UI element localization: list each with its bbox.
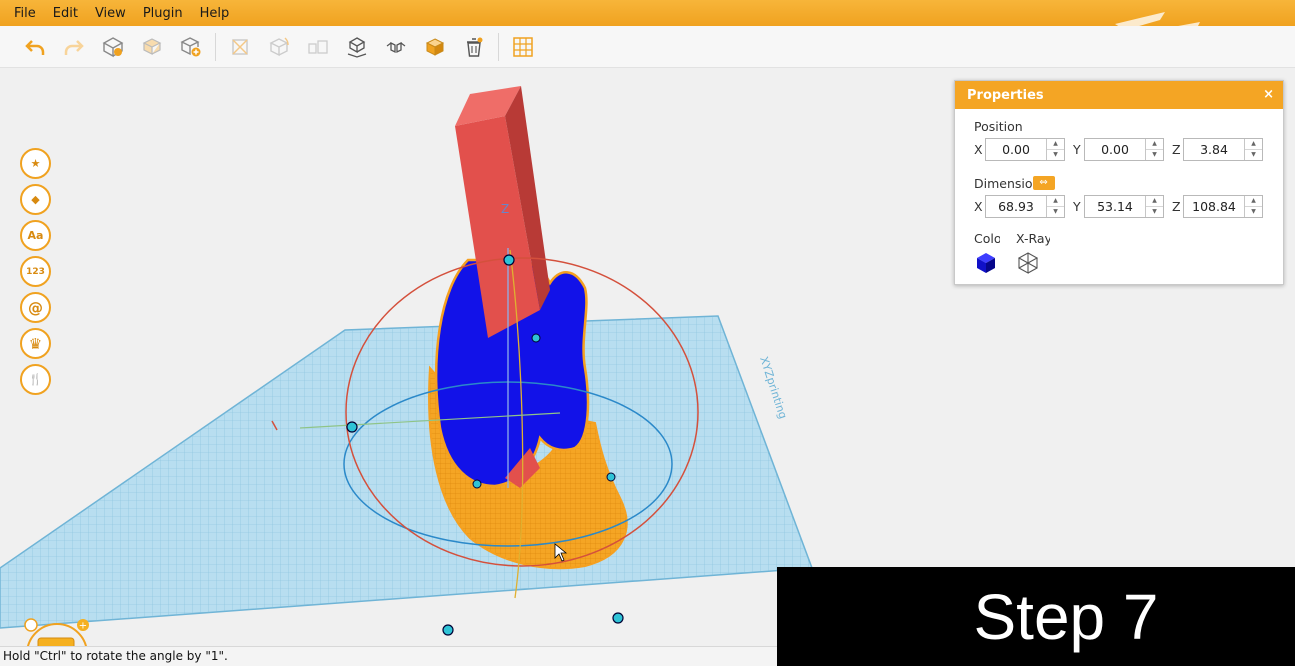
properties-title: Properties — [967, 87, 1044, 103]
add-model-icon[interactable] — [176, 32, 206, 62]
home-view-icon[interactable] — [24, 618, 38, 632]
xray-cube-icon[interactable] — [1016, 251, 1040, 275]
spin-down-icon[interactable]: ▼ — [1047, 148, 1064, 160]
at-sign-icon[interactable]: @ — [20, 292, 51, 323]
position-z-field[interactable]: 3.84 ▲ ▼ — [1183, 137, 1263, 161]
position-x-value[interactable]: 0.00 — [986, 139, 1046, 160]
color-box-icon[interactable] — [420, 32, 450, 62]
menu-edit[interactable]: Edit — [53, 6, 78, 21]
appearance-row: Colo X-Ray — [974, 231, 1283, 275]
crown-icon[interactable]: ♛ — [20, 328, 51, 359]
rotate-icon[interactable] — [264, 32, 294, 62]
spin-up-icon[interactable]: ▲ — [1245, 196, 1262, 206]
dimension-label: Dimensio — [974, 175, 1033, 191]
number-icon[interactable]: 123 — [20, 256, 51, 287]
gizmo-handle[interactable] — [346, 421, 358, 433]
dimension-z-field[interactable]: 108.84 ▲ ▼ — [1183, 194, 1263, 218]
spin-down-icon[interactable]: ▼ — [1146, 205, 1163, 217]
dimension-z-value[interactable]: 108.84 — [1184, 196, 1244, 217]
toolbar — [0, 26, 1295, 68]
spin-up-icon[interactable]: ▲ — [1047, 196, 1064, 206]
position-row: X 0.00 ▲ ▼ Y 0.00 ▲ ▼ Z 3.84 ▲ ▼ — [974, 137, 1283, 161]
axis-label-z: Z — [1172, 198, 1181, 214]
position-y-value[interactable]: 0.00 — [1085, 139, 1145, 160]
place-on-bed-icon[interactable] — [342, 32, 372, 62]
axis-label-z: Z — [1172, 141, 1181, 157]
spin-up-icon[interactable]: ▲ — [1047, 139, 1064, 149]
color-option: Colo — [974, 231, 1000, 275]
delete-icon[interactable] — [459, 32, 489, 62]
dimension-y-field[interactable]: 53.14 ▲ ▼ — [1084, 194, 1164, 218]
move-icon[interactable] — [225, 32, 255, 62]
redo-icon[interactable] — [59, 32, 89, 62]
spin-down-icon[interactable]: ▼ — [1047, 205, 1064, 217]
xray-option: X-Ray — [1016, 231, 1050, 275]
step-overlay: Step 7 — [777, 567, 1295, 666]
dimension-y-value[interactable]: 53.14 — [1085, 196, 1145, 217]
undo-icon[interactable] — [20, 32, 50, 62]
star-icon[interactable]: ★ — [20, 148, 51, 179]
properties-panel: Properties × Position X 0.00 ▲ ▼ Y 0.00 ▲… — [954, 80, 1284, 285]
position-label: Position — [974, 118, 1023, 134]
spin-up-icon[interactable]: ▲ — [1146, 139, 1163, 149]
position-y-field[interactable]: 0.00 ▲ ▼ — [1084, 137, 1164, 161]
dimension-x-field[interactable]: 68.93 ▲ ▼ — [985, 194, 1065, 218]
menu-view[interactable]: View — [95, 6, 126, 21]
gizmo-handle[interactable] — [612, 612, 624, 624]
spin-up-icon[interactable]: ▲ — [1146, 196, 1163, 206]
axis-label-y: Y — [1073, 198, 1081, 214]
status-text: Hold "Ctrl" to rotate the angle by "1". — [3, 649, 228, 663]
svg-text:+: + — [79, 621, 87, 632]
gizmo-handle[interactable] — [472, 479, 482, 489]
dimension-row: X 68.93 ▲ ▼ Y 53.14 ▲ ▼ Z 108.84 ▲ ▼ — [974, 194, 1283, 218]
side-tool-panel: ★ ◆ Aa 123 @ ♛ 🍴 — [20, 148, 51, 400]
menu-file[interactable]: File — [14, 6, 36, 21]
grid-icon[interactable] — [508, 32, 538, 62]
gizmo-handle[interactable] — [442, 624, 454, 636]
view-cube[interactable]: + − — [8, 616, 106, 646]
toolbar-separator — [215, 32, 216, 61]
menu-help[interactable]: Help — [200, 6, 230, 21]
axis-label-x: X — [974, 198, 983, 214]
axis-label-y: Y — [1073, 141, 1081, 157]
close-icon[interactable]: × — [1263, 87, 1274, 102]
lock-ratio-icon[interactable]: ⇔ — [1032, 176, 1055, 190]
menu-plugin[interactable]: Plugin — [143, 6, 183, 21]
mirror-icon[interactable] — [381, 32, 411, 62]
bed-brand-label: XYZprinting — [757, 355, 789, 421]
color-label: Colo — [974, 231, 1000, 246]
shape-icon[interactable]: ◆ — [20, 184, 51, 215]
spin-down-icon[interactable]: ▼ — [1245, 205, 1262, 217]
import-model-icon[interactable] — [98, 32, 128, 62]
gizmo-handle[interactable] — [606, 472, 616, 482]
gizmo-handle[interactable] — [531, 333, 541, 343]
duplicate-model-icon[interactable] — [137, 32, 167, 62]
toolbar-separator — [498, 32, 499, 61]
color-cube-icon[interactable] — [974, 251, 998, 275]
spin-down-icon[interactable]: ▼ — [1146, 148, 1163, 160]
z-axis-label: Z — [501, 202, 509, 216]
print-bed-grid — [0, 316, 812, 628]
menu-bar: File Edit View Plugin Help — [0, 0, 1295, 56]
text-icon[interactable]: Aa — [20, 220, 51, 251]
properties-header[interactable]: Properties × — [955, 81, 1283, 109]
spin-down-icon[interactable]: ▼ — [1245, 148, 1262, 160]
position-z-value[interactable]: 3.84 — [1184, 139, 1244, 160]
utensils-icon[interactable]: 🍴 — [20, 364, 51, 395]
position-x-field[interactable]: 0.00 ▲ ▼ — [985, 137, 1065, 161]
spin-up-icon[interactable]: ▲ — [1245, 139, 1262, 149]
gizmo-handle[interactable] — [503, 254, 515, 266]
axis-label-x: X — [974, 141, 983, 157]
scale-icon[interactable] — [303, 32, 333, 62]
xray-label: X-Ray — [1016, 231, 1050, 246]
dimension-label-row: Dimensio ⇔ — [974, 175, 1283, 191]
dimension-x-value[interactable]: 68.93 — [986, 196, 1046, 217]
step-label: Step 7 — [973, 580, 1159, 653]
